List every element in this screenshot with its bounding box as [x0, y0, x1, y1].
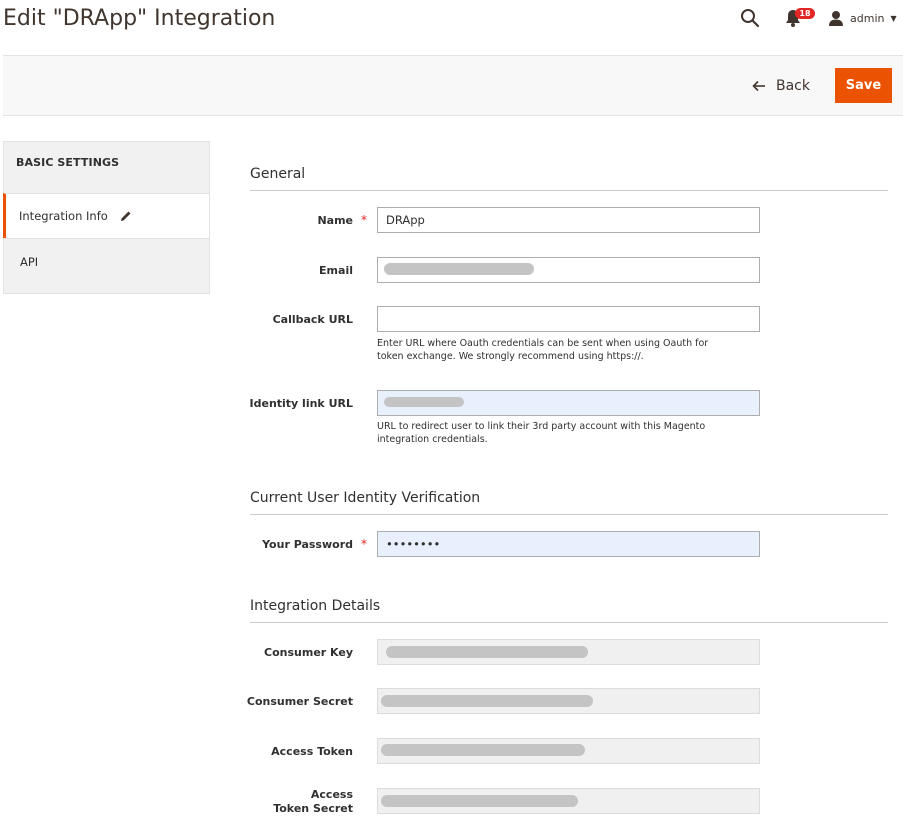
search-icon	[741, 9, 760, 28]
name-input[interactable]	[377, 207, 760, 233]
notifications-button[interactable]: 18	[784, 7, 815, 29]
redacted-value	[386, 646, 588, 658]
required-marker: *	[361, 537, 367, 551]
identity-link-url-note: URL to redirect user to link their 3rd p…	[377, 421, 706, 445]
name-label: Name	[317, 214, 353, 227]
back-button[interactable]: Back	[752, 75, 810, 97]
page-title: Edit "DRApp" Integration	[3, 6, 276, 31]
callback-url-label: Callback URL	[272, 313, 353, 326]
section-title-general: General	[250, 166, 888, 191]
search-button[interactable]	[739, 7, 761, 29]
password-input[interactable]	[377, 531, 760, 557]
redacted-value	[384, 263, 534, 275]
pencil-icon	[120, 211, 131, 221]
callback-url-input[interactable]	[377, 306, 760, 332]
save-button[interactable]: Save	[835, 68, 892, 103]
email-label: Email	[319, 264, 353, 277]
sidebar-item-label: API	[20, 255, 39, 269]
sidebar-item-label: Integration Info	[19, 209, 108, 223]
redacted-value	[381, 795, 578, 807]
chevron-down-icon: ▼	[890, 13, 897, 23]
sidebar-item-integration-info[interactable]: Integration Info	[3, 193, 210, 238]
required-marker: *	[361, 213, 367, 227]
user-icon	[829, 11, 843, 26]
user-menu[interactable]: admin ▼	[828, 8, 897, 28]
sidebar-item-api[interactable]: API	[3, 238, 210, 294]
section-title-verification: Current User Identity Verification	[250, 490, 888, 515]
redacted-value	[384, 397, 464, 407]
section-title-integration-details: Integration Details	[250, 598, 888, 623]
identity-link-url-label: Identity link URL	[249, 397, 353, 410]
notification-count-badge: 18	[795, 8, 815, 19]
redacted-value	[381, 744, 585, 756]
back-label: Back	[776, 78, 810, 94]
access-token-label: Access Token	[271, 745, 353, 758]
password-label: Your Password	[262, 538, 353, 551]
redacted-value	[381, 695, 593, 707]
consumer-key-label: Consumer Key	[264, 646, 353, 659]
sidebar: BASIC SETTINGS Integration Info API	[3, 141, 210, 294]
access-token-secret-label: Access Token Secret	[273, 788, 353, 815]
callback-url-note: Enter URL where Oauth credentials can be…	[377, 338, 709, 362]
arrow-left-icon	[752, 80, 765, 92]
consumer-secret-label: Consumer Secret	[246, 695, 353, 708]
user-name: admin	[850, 11, 885, 25]
sidebar-heading: BASIC SETTINGS	[3, 141, 210, 193]
